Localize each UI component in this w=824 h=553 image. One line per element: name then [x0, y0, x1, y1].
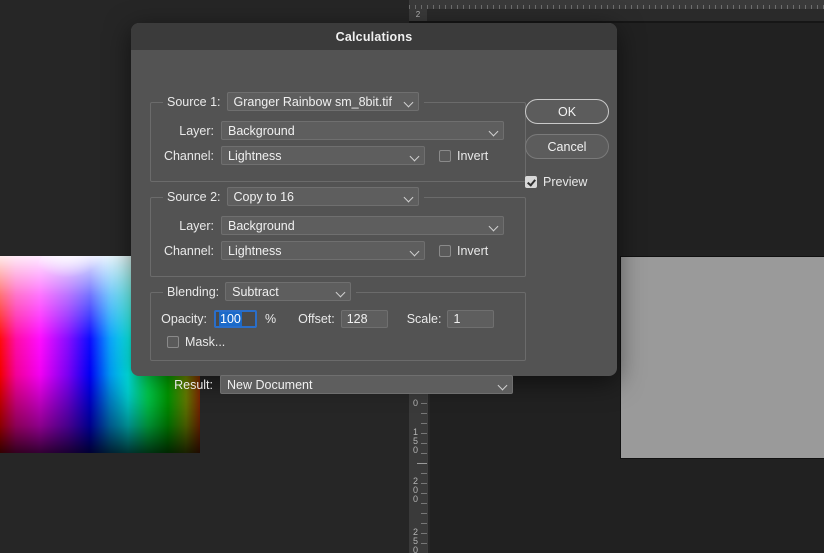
- blending-label: Blending:: [167, 284, 220, 299]
- offset-value: 128: [346, 312, 368, 326]
- mask-label: Mask...: [185, 335, 226, 349]
- preview-checkbox[interactable]: Preview: [525, 175, 587, 189]
- blending-legend: Blending: Subtract: [163, 282, 357, 301]
- opacity-value: 100: [219, 312, 242, 326]
- source-1-layer-row: Layer: Background: [142, 121, 504, 140]
- source-2-legend: Source 2: Copy to 16: [163, 187, 424, 206]
- source-2-group: Source 2: Copy to 16 Layer: Background C…: [150, 187, 526, 277]
- chevron-down-icon: [490, 127, 498, 135]
- source-1-channel-row: Channel: Lightness Invert: [142, 146, 488, 165]
- blending-mode-select[interactable]: Subtract: [225, 282, 352, 301]
- source-1-layer-value: Background: [228, 123, 295, 138]
- source-2-channel-label: Channel:: [163, 243, 214, 258]
- source-1-value: Granger Rainbow sm_8bit.tif: [233, 94, 392, 109]
- source-2-layer-select[interactable]: Background: [221, 216, 504, 235]
- dialog-title-text: Calculations: [335, 29, 413, 44]
- source-2-layer-row: Layer: Background: [142, 216, 504, 235]
- source-2-select[interactable]: Copy to 16: [226, 187, 419, 206]
- chevron-down-icon: [405, 98, 413, 106]
- source-1-legend: Source 1: Granger Rainbow sm_8bit.tif: [163, 92, 424, 111]
- result-value: New Document: [227, 377, 313, 392]
- source-1-layer-label: Layer:: [179, 123, 214, 138]
- source-1-channel-value: Lightness: [228, 148, 282, 163]
- offset-input[interactable]: 128: [340, 310, 388, 328]
- source-2-channel-select[interactable]: Lightness: [221, 241, 425, 260]
- checkbox-box: [167, 336, 179, 348]
- horizontal-ruler-body: [427, 9, 824, 21]
- source-1-layer-select[interactable]: Background: [221, 121, 504, 140]
- source-2-value: Copy to 16: [233, 189, 294, 204]
- blending-group: Blending: Subtract Opacity: 100 % Offset…: [150, 282, 526, 361]
- dialog-title-bar[interactable]: Calculations: [131, 23, 617, 50]
- offset-label: Offset:: [298, 312, 335, 326]
- checkbox-box: [439, 149, 451, 162]
- calculations-dialog: Calculations Source 1: Granger Rainbow s…: [131, 23, 617, 394]
- source-2-invert-checkbox[interactable]: Invert: [439, 244, 488, 258]
- ruler-label-250: 250: [412, 527, 418, 553]
- source-2-layer-label: Layer:: [179, 218, 214, 233]
- blending-values-row: Opacity: 100 % Offset: 128 Scale: 1: [142, 310, 495, 328]
- source-1-group: Source 1: Granger Rainbow sm_8bit.tif La…: [150, 92, 526, 182]
- chevron-down-icon: [499, 381, 507, 389]
- result-row: Result: New Document: [141, 375, 513, 394]
- scale-label: Scale:: [406, 312, 442, 326]
- checkbox-box: [439, 244, 451, 257]
- ruler-label-150: 150: [412, 427, 418, 455]
- blending-mode-value: Subtract: [232, 284, 279, 299]
- source-1-invert-checkbox[interactable]: Invert: [439, 149, 488, 163]
- source-2-channel-value: Lightness: [228, 243, 282, 258]
- opacity-input[interactable]: 100: [214, 310, 257, 328]
- chevron-down-icon: [337, 288, 345, 296]
- source-1-channel-label: Channel:: [163, 148, 214, 163]
- source-1-select[interactable]: Granger Rainbow sm_8bit.tif: [226, 92, 419, 111]
- ok-button-label: OK: [557, 104, 577, 119]
- opacity-label: Opacity:: [161, 312, 207, 326]
- checkbox-box-checked: [525, 176, 537, 188]
- ruler-label-0: 0: [412, 398, 418, 408]
- scale-input[interactable]: 1: [447, 310, 495, 328]
- chevron-down-icon: [411, 247, 419, 255]
- dialog-body: Source 1: Granger Rainbow sm_8bit.tif La…: [131, 50, 617, 394]
- percent-symbol: %: [265, 312, 277, 326]
- source-2-label: Source 2:: [167, 189, 221, 204]
- source-2-layer-value: Background: [228, 218, 295, 233]
- source-1-invert-label: Invert: [457, 148, 489, 163]
- source-2-invert-label: Invert: [457, 243, 489, 258]
- cancel-button-label: Cancel: [547, 139, 587, 154]
- mask-checkbox[interactable]: Mask...: [167, 335, 225, 349]
- preview-label: Preview: [543, 175, 588, 189]
- cancel-button[interactable]: Cancel: [525, 134, 609, 159]
- flat-gray-document[interactable]: [621, 257, 824, 458]
- source-2-channel-row: Channel: Lightness Invert: [142, 241, 488, 260]
- ruler-label-200: 200: [412, 476, 418, 504]
- ok-button[interactable]: OK: [525, 99, 609, 124]
- chevron-down-icon: [411, 152, 419, 160]
- source-1-label: Source 1:: [167, 94, 221, 109]
- source-1-channel-select[interactable]: Lightness: [221, 146, 425, 165]
- result-select[interactable]: New Document: [220, 375, 513, 394]
- chevron-down-icon: [405, 193, 413, 201]
- scale-value: 1: [453, 312, 461, 326]
- result-label: Result:: [174, 377, 213, 392]
- screen: 2 0 150 200 250 Calculations Source 1: G…: [0, 0, 824, 553]
- ruler-corner-label: 2: [409, 9, 427, 21]
- chevron-down-icon: [490, 222, 498, 230]
